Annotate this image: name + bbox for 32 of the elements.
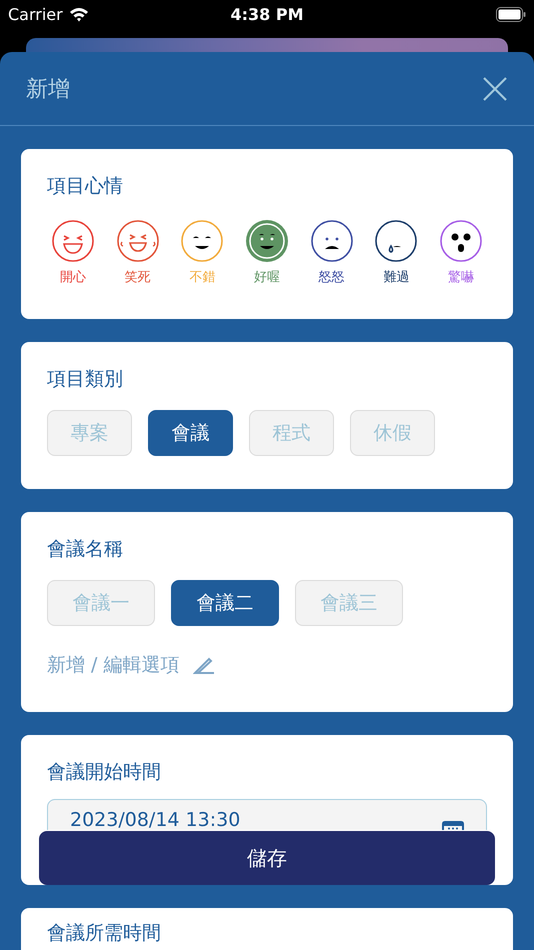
face-icon: [116, 220, 159, 262]
mood-option[interactable]: 開心: [52, 220, 94, 286]
calendar-icon[interactable]: [442, 821, 464, 830]
date-field[interactable]: 2023/08/14 13:30: [47, 799, 487, 830]
face-icon: [440, 220, 482, 262]
close-button[interactable]: [482, 76, 508, 102]
section-title: 會議名稱: [47, 538, 124, 561]
section-title: 會議所需時間: [47, 922, 162, 945]
mood-option[interactable]: 笑死: [116, 220, 159, 286]
meeting-chip[interactable]: 會議二: [171, 580, 279, 626]
edit-options-link[interactable]: 新增 / 編輯選項: [47, 652, 180, 678]
pencil-icon[interactable]: [193, 656, 216, 674]
mood-option[interactable]: 難過: [375, 220, 418, 286]
battery-icon: [496, 6, 526, 22]
face-icon: [181, 220, 224, 262]
mood-option[interactable]: 驚嚇: [440, 220, 482, 286]
face-icon: [310, 220, 353, 262]
face-icon: [246, 220, 288, 262]
sheet-title: 新增: [26, 76, 70, 104]
section-title: 項目類別: [47, 368, 124, 391]
face-icon: [375, 220, 418, 262]
carrier-label: Carrier: [8, 4, 63, 24]
section-title: 會議開始時間: [47, 761, 162, 784]
mood-option[interactable]: 怒怒: [310, 220, 353, 286]
category-chip[interactable]: 會議: [148, 410, 233, 456]
mood-option[interactable]: 好喔: [246, 220, 288, 286]
section-title: 項目心情: [47, 175, 124, 198]
wifi-icon: [68, 6, 89, 22]
save-button[interactable]: 儲存: [39, 831, 495, 885]
face-icon: [52, 220, 94, 262]
mood-option[interactable]: 不錯: [181, 220, 224, 286]
clock-time: 4:38 PM: [230, 4, 304, 24]
